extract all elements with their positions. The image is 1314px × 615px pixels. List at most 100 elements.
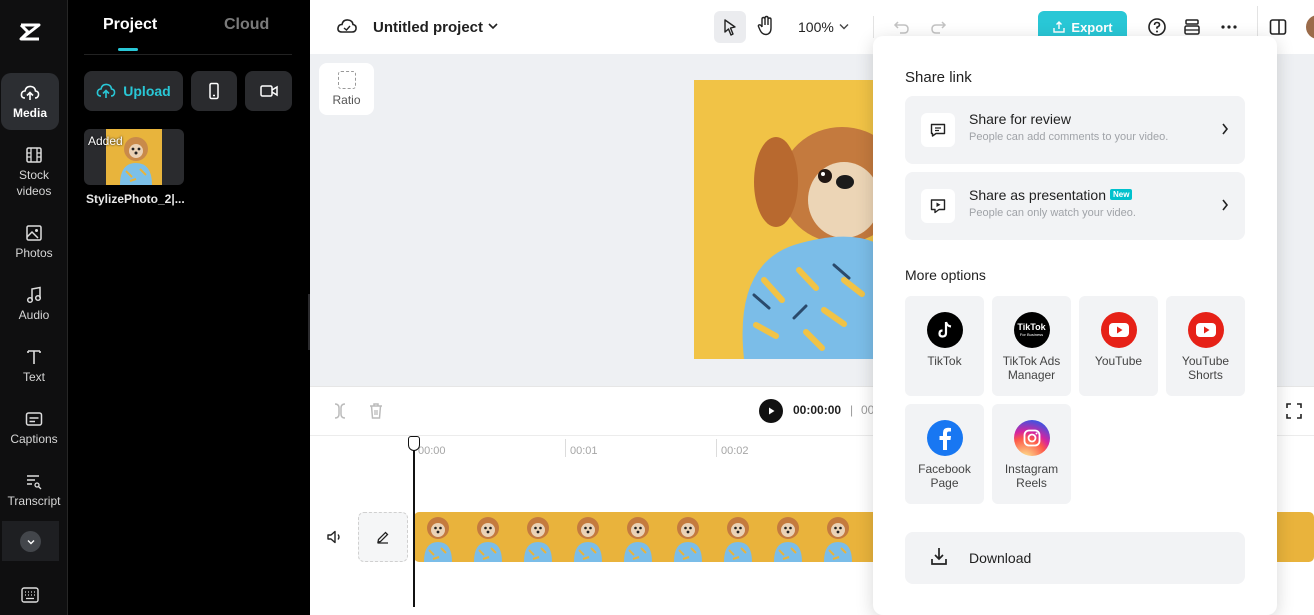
rail-label-photos: Photos xyxy=(15,246,53,260)
ratio-label: Ratio xyxy=(332,93,361,107)
share-for-review-card[interactable]: Share for review People can add comments… xyxy=(905,96,1245,164)
fullscreen-icon[interactable] xyxy=(1285,402,1303,420)
instagram-icon xyxy=(1013,420,1050,456)
facebook-icon xyxy=(926,420,963,456)
rail-item-text[interactable]: Text xyxy=(0,347,68,385)
upload-button[interactable]: Upload xyxy=(84,71,183,111)
chevron-down-icon[interactable] xyxy=(487,21,499,31)
tab-project[interactable]: Project xyxy=(103,16,157,34)
delete-icon[interactable] xyxy=(367,401,385,421)
layers-stack-icon[interactable] xyxy=(1182,17,1202,37)
select-tool-button[interactable] xyxy=(714,11,746,43)
more-options-heading: More options xyxy=(905,267,986,283)
text-icon xyxy=(27,350,41,364)
ruler-label-1: 00:01 xyxy=(570,445,598,457)
tab-cloud[interactable]: Cloud xyxy=(224,16,269,34)
added-badge: Added xyxy=(88,134,123,148)
record-button[interactable] xyxy=(245,71,292,111)
film-icon xyxy=(26,147,42,163)
keyboard-icon[interactable] xyxy=(20,586,40,604)
dog-photo-image xyxy=(694,80,874,359)
video-preview[interactable] xyxy=(694,80,874,359)
rail-item-audio[interactable]: Audio xyxy=(0,285,68,323)
presentation-icon xyxy=(921,189,955,223)
split-icon[interactable] xyxy=(332,401,348,421)
cloud-sync-icon[interactable] xyxy=(336,17,358,35)
video-camera-icon xyxy=(259,85,278,97)
tiktok-business-icon: TikTok For Business xyxy=(1013,312,1050,348)
rail-label-transcript: Transcript xyxy=(7,494,61,508)
rail-label-audio: Audio xyxy=(18,308,50,322)
rail-item-transcript[interactable]: Transcript xyxy=(0,471,68,509)
share-as-presentation-card[interactable]: Share as presentation New People can only… xyxy=(905,172,1245,240)
playhead-handle[interactable] xyxy=(408,436,420,451)
share-link-heading: Share link xyxy=(905,69,972,86)
option-facebook-page[interactable]: Facebook Page xyxy=(905,404,984,504)
project-name[interactable]: Untitled project xyxy=(373,19,483,36)
toolbar-divider xyxy=(873,16,874,38)
left-rail: Media Stock videos Photos Audio Text Cap… xyxy=(0,0,68,615)
transcript-icon xyxy=(27,475,42,490)
option-youtube[interactable]: YouTube xyxy=(1079,296,1158,396)
more-options-icon[interactable] xyxy=(1219,17,1239,37)
rail-item-photos[interactable]: Photos xyxy=(0,223,68,261)
option-label-facebook: Facebook Page xyxy=(918,462,971,490)
option-youtube-shorts[interactable]: YouTube Shorts xyxy=(1166,296,1245,396)
youtube-icon xyxy=(1100,312,1137,348)
rail-item-media[interactable]: Media xyxy=(1,73,59,130)
tiktok-ads-logo-text: TikTok xyxy=(1017,322,1046,332)
option-instagram-reels[interactable]: Instagram Reels xyxy=(992,404,1071,504)
redo-icon[interactable] xyxy=(928,17,948,37)
undo-icon[interactable] xyxy=(892,17,912,37)
cloud-upload-icon xyxy=(20,85,40,100)
ratio-button[interactable]: Ratio xyxy=(319,63,374,115)
help-icon[interactable] xyxy=(1147,17,1167,37)
option-tiktok-ads-manager[interactable]: TikTok For Business TikTok Ads Manager xyxy=(992,296,1071,396)
option-tiktok[interactable]: TikTok xyxy=(905,296,984,396)
download-button[interactable]: Download xyxy=(905,532,1245,584)
capcut-logo-icon[interactable] xyxy=(16,18,44,46)
rail-item-stock-videos[interactable]: Stock videos xyxy=(0,145,68,199)
play-button[interactable] xyxy=(759,399,783,423)
phone-upload-button[interactable] xyxy=(191,71,237,111)
hand-tool-icon[interactable] xyxy=(756,15,776,37)
share-presentation-title: Share as presentation xyxy=(969,187,1106,203)
share-presentation-subtitle: People can only watch your video. xyxy=(969,207,1136,219)
tab-active-indicator xyxy=(118,48,138,51)
panel-layout-icon[interactable] xyxy=(1268,17,1288,37)
play-icon xyxy=(769,407,775,415)
speaker-icon[interactable] xyxy=(326,528,344,546)
ruler-label-2: 00:02 xyxy=(721,445,749,457)
cover-edit-button[interactable] xyxy=(358,512,408,562)
share-review-subtitle: People can add comments to your video. xyxy=(969,131,1169,143)
rail-label-stock-videos: Stock videos xyxy=(16,168,52,198)
phone-icon xyxy=(209,82,219,100)
download-label: Download xyxy=(969,550,1032,566)
rail-more-toggle[interactable] xyxy=(2,521,59,561)
ruler-tick xyxy=(716,439,717,457)
upload-label: Upload xyxy=(123,83,171,99)
image-icon xyxy=(26,225,42,241)
share-presentation-title-row: Share as presentation New xyxy=(969,187,1133,203)
music-icon xyxy=(26,286,42,304)
time-separator: | xyxy=(850,403,854,417)
tiktok-icon xyxy=(926,312,963,348)
youtube-shorts-icon xyxy=(1187,312,1224,348)
chevron-down-icon xyxy=(20,531,41,552)
export-icon xyxy=(1053,21,1066,33)
playhead-line xyxy=(413,437,415,607)
option-label-youtube-shorts: YouTube Shorts xyxy=(1181,354,1230,382)
captions-icon xyxy=(25,412,43,426)
user-avatar[interactable] xyxy=(1306,15,1314,39)
rail-label-captions: Captions xyxy=(10,432,58,446)
rail-item-captions[interactable]: Captions xyxy=(0,409,68,447)
cloud-upload-icon xyxy=(96,83,116,98)
option-label-instagram: Instagram Reels xyxy=(1004,462,1059,490)
media-panel: Project Cloud Upload Added StylizePhoto_… xyxy=(68,0,310,615)
zoom-level[interactable]: 100% xyxy=(798,19,834,35)
media-item-thumbnail[interactable]: Added xyxy=(84,129,184,185)
chevron-right-icon xyxy=(1222,199,1229,211)
zoom-chevron-down-icon[interactable] xyxy=(838,22,850,31)
new-badge: New xyxy=(1109,188,1133,200)
rail-label-text: Text xyxy=(22,370,45,384)
